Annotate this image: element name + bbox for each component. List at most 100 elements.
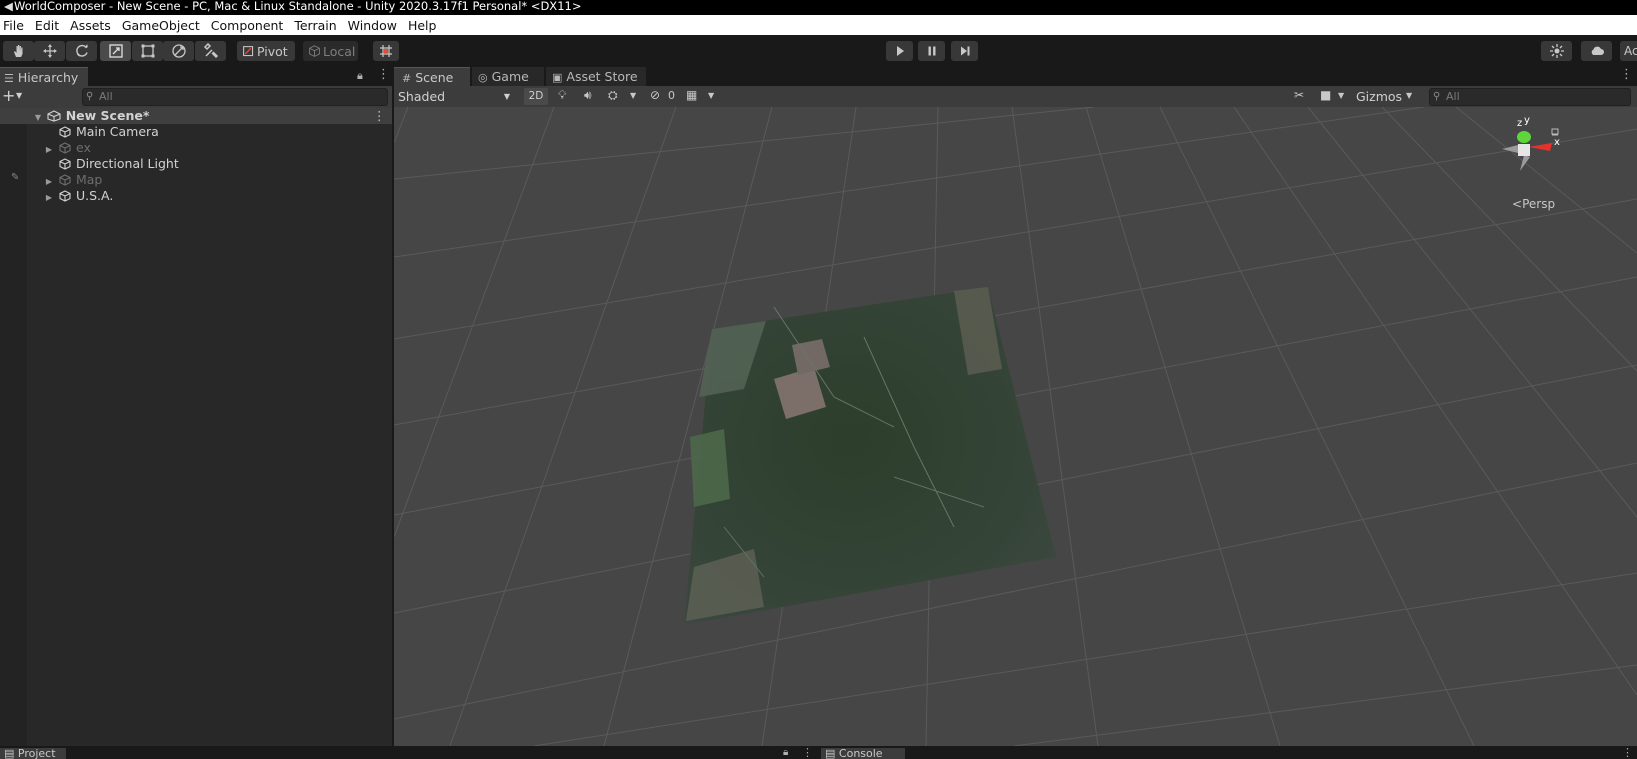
mode-2d-toggle[interactable]: 2D	[524, 88, 548, 105]
pivot-toggle[interactable]: Pivot	[237, 41, 295, 61]
grid-snap-button[interactable]	[373, 41, 399, 61]
grid-visibility-icon[interactable]: ▦	[686, 88, 697, 102]
asset-store-tab-label: Asset Store	[566, 69, 638, 84]
tab-game[interactable]: ◎ Game	[472, 67, 544, 86]
hierarchy-panel: ☰ Hierarchy 🔒︎ ⋮ + ▼ ⚲ All ✎ ✎ ▼ New Sce…	[0, 66, 392, 746]
hierarchy-search-placeholder: All	[99, 90, 113, 103]
hierarchy-item[interactable]: ▶ U.S.A.	[27, 188, 392, 204]
tab-scene[interactable]: # Scene	[394, 67, 470, 86]
cloud-button[interactable]	[1581, 41, 1612, 61]
transform-tool-icon	[171, 44, 186, 58]
axis-x-label: x	[1554, 137, 1560, 148]
gamepad-icon: ◎	[478, 71, 488, 84]
effects-toggle-icon[interactable]: ⛭	[608, 88, 618, 103]
hierarchy-search-input[interactable]: ⚲ All	[82, 88, 388, 106]
chevron-down-icon[interactable]: ▼	[1338, 91, 1344, 100]
transform-tool-button[interactable]	[163, 41, 194, 61]
pivot-icon	[243, 45, 254, 56]
tab-hierarchy[interactable]: ☰ Hierarchy	[0, 67, 88, 86]
view-orientation-gizmo[interactable]: z y x <Persp	[1492, 115, 1602, 227]
rotate-tool-button[interactable]	[66, 41, 97, 61]
scene-viewport[interactable]: z y x <Persp	[394, 107, 1637, 746]
tab-project[interactable]: ▤ Project	[0, 748, 66, 759]
chevron-down-icon: ▼	[503, 92, 510, 101]
tools-icon[interactable]: ✂	[1294, 88, 1304, 102]
scene-row[interactable]: ▼ New Scene* ⋮	[0, 108, 392, 124]
hierarchy-item[interactable]: ▶ Map	[27, 172, 392, 188]
hierarchy-item[interactable]: Main Camera	[27, 124, 392, 140]
gameobject-cube-icon	[59, 174, 71, 186]
gameobject-cube-icon	[59, 158, 71, 170]
menu-gameobject[interactable]: GameObject	[118, 18, 207, 33]
hierarchy-tab-label: Hierarchy	[17, 70, 79, 85]
move-tool-button[interactable]	[34, 41, 65, 61]
expand-arrow-icon[interactable]: ▶	[44, 190, 54, 206]
add-object-icon[interactable]: +	[2, 86, 15, 105]
search-icon: ⚲	[86, 91, 94, 102]
account-button[interactable]: Ac	[1620, 41, 1637, 61]
gizmos-dropdown[interactable]: Gizmos	[1352, 87, 1414, 106]
camera-icon[interactable]: ■	[1320, 88, 1331, 102]
hierarchy-item-label: ex	[75, 140, 91, 155]
menu-assets[interactable]: Assets	[66, 18, 118, 33]
pivot-label: Pivot	[257, 43, 288, 59]
hand-tool-button[interactable]	[3, 41, 34, 61]
list-icon: ☰	[4, 72, 14, 85]
hierarchy-toolbar: + ▼ ⚲ All	[0, 86, 392, 108]
menu-terrain[interactable]: Terrain	[290, 18, 343, 33]
hierarchy-item-label: U.S.A.	[75, 188, 114, 203]
chevron-down-icon[interactable]: ▼	[16, 91, 22, 100]
axis-z-label: z	[1517, 118, 1523, 129]
lock-icon[interactable]: 🔒︎	[783, 747, 788, 758]
rect-tool-button[interactable]	[132, 41, 163, 61]
draw-mode-dropdown[interactable]: Shaded ▼	[396, 87, 514, 106]
shopping-bag-icon: ▣	[552, 71, 563, 84]
lock-icon[interactable]: 🔒︎	[357, 69, 363, 83]
grid-snap-icon	[380, 45, 392, 57]
step-icon	[960, 46, 969, 56]
chevron-down-icon[interactable]: ▼	[708, 91, 714, 100]
services-button[interactable]	[1541, 41, 1572, 61]
play-icon	[896, 46, 904, 56]
tab-console[interactable]: ▤ Console	[821, 748, 905, 759]
play-button[interactable]	[886, 41, 913, 61]
menu-bar: File Edit Assets GameObject Component Te…	[0, 15, 1637, 35]
scale-tool-button[interactable]	[100, 41, 131, 61]
local-toggle[interactable]: Local	[303, 41, 358, 61]
hierarchy-item[interactable]: ▶ ex	[27, 140, 392, 156]
move-tool-icon	[42, 44, 57, 58]
hierarchy-item[interactable]: Directional Light	[27, 156, 392, 172]
menu-help[interactable]: Help	[404, 18, 444, 33]
panel-menu-icon[interactable]: ⋮	[377, 67, 390, 82]
hierarchy-item-label: Directional Light	[75, 156, 179, 171]
menu-component[interactable]: Component	[207, 18, 291, 33]
scene-toolbar: Shaded ▼ 2D 💡︎ 🔊︎ ⛭ ▼ ⊘ 0 ▦ ▼ ✂ ■ ▼ Gizm…	[394, 86, 1637, 107]
pause-button[interactable]	[918, 41, 945, 61]
custom-tool-button[interactable]	[195, 41, 226, 61]
menu-window[interactable]: Window	[344, 18, 404, 33]
console-tab-label: Console	[838, 748, 883, 759]
scene-panel-menu-icon[interactable]: ⋮	[1620, 67, 1633, 82]
cloud-icon	[1591, 46, 1604, 55]
unity-logo-icon: ◀	[4, 0, 13, 13]
rect-tool-icon	[141, 44, 154, 58]
scene-tab-strip: # Scene ◎ Game ▣ Asset Store ⋮	[394, 66, 1637, 86]
panel-menu-icon[interactable]: ⋮	[1622, 746, 1633, 759]
menu-edit[interactable]: Edit	[31, 18, 66, 33]
projection-toggle[interactable]: <Persp	[1512, 197, 1555, 211]
panel-menu-icon[interactable]: ⋮	[802, 746, 813, 759]
audio-toggle-icon[interactable]: 🔊︎	[584, 88, 592, 103]
step-button[interactable]	[951, 41, 978, 61]
lighting-toggle-icon[interactable]: 💡︎	[558, 88, 566, 103]
chevron-down-icon[interactable]: ▼	[630, 91, 636, 100]
chevron-down-icon[interactable]: ▼	[1406, 91, 1412, 100]
gameobject-cube-icon	[59, 126, 71, 138]
main-toolbar: Pivot Local Ac	[0, 35, 1637, 66]
scene-visibility-toggle-icon[interactable]: ⊘	[650, 88, 660, 102]
scene-search-input[interactable]: ⚲ All	[1429, 88, 1631, 106]
menu-file[interactable]: File	[0, 18, 31, 33]
hidden-object-icon[interactable]: ✎	[11, 172, 19, 183]
tab-asset-store[interactable]: ▣ Asset Store	[546, 67, 646, 86]
draw-mode-value: Shaded	[398, 89, 446, 104]
scene-menu-icon[interactable]: ⋮	[373, 108, 386, 124]
